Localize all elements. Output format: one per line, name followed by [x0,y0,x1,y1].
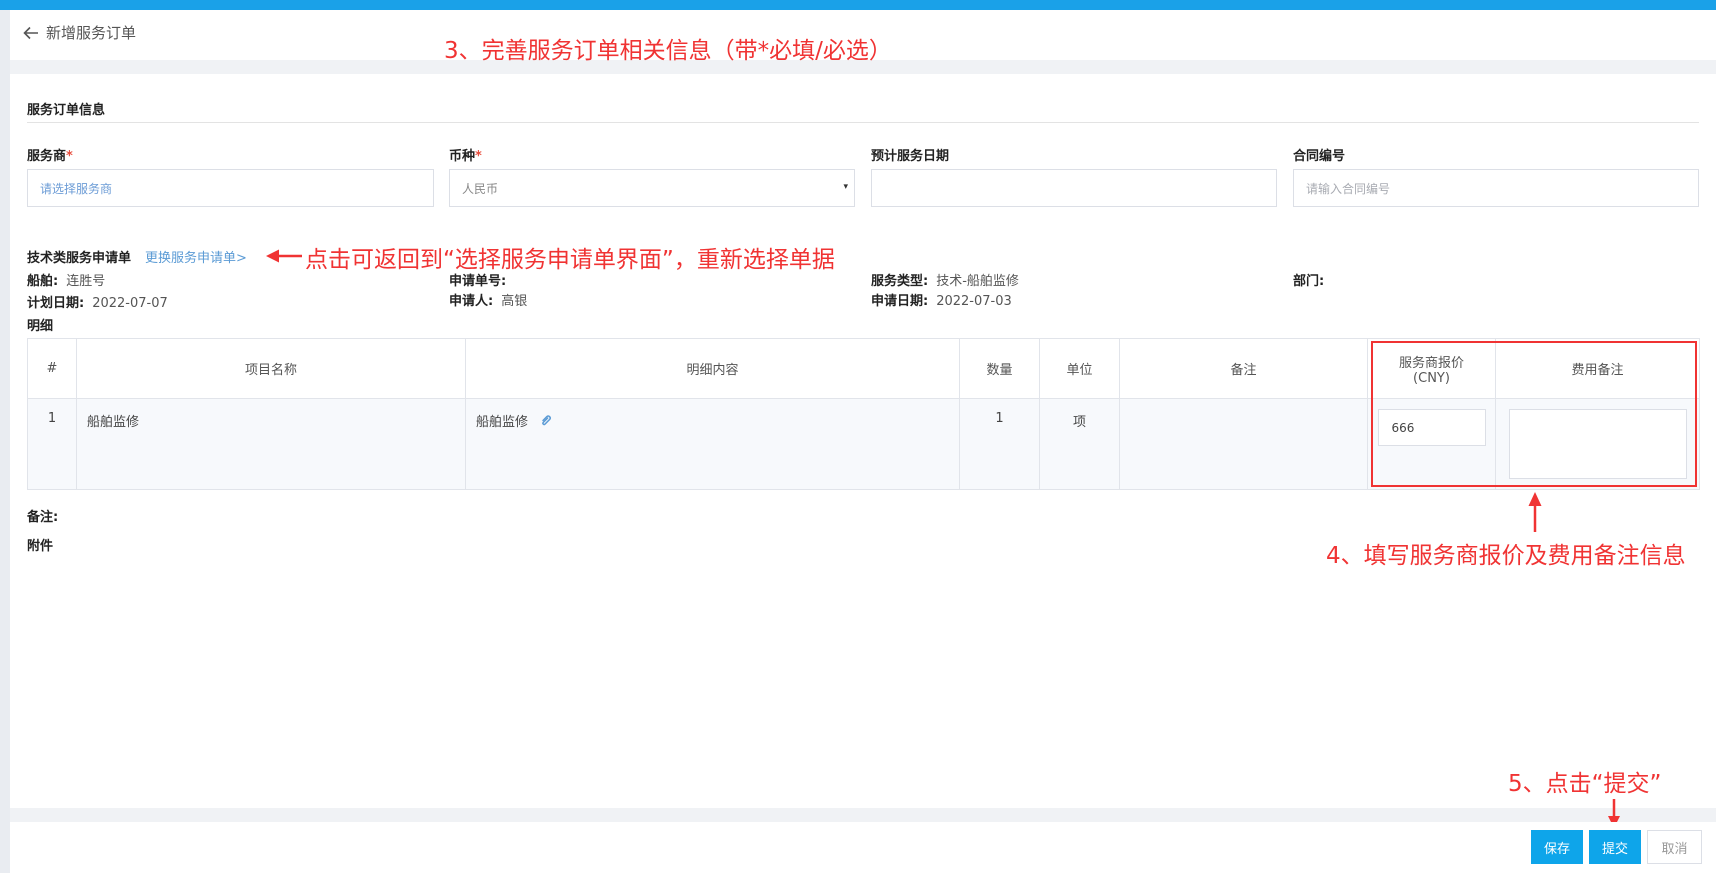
row-content: 船舶监修 [465,398,960,490]
arrow-left-icon [23,26,38,39]
col-qty: 数量 [959,338,1040,399]
contract-no-label: 合同编号 [1293,149,1346,164]
currency-value: 人民币 [462,181,499,196]
apply-date-info: 申请日期: 2022-07-03 [871,294,1012,309]
detail-title: 明细 [27,319,54,334]
row-remark [1119,398,1368,490]
attachment-label: 附件 [27,539,54,554]
page-title: 新增服务订单 [46,24,137,42]
row-item-name: 船舶监修 [76,398,466,490]
currency-label: 币种* [449,149,482,164]
currency-select[interactable]: 人民币 ▾ [449,169,855,207]
save-button[interactable]: 保存 [1531,830,1583,864]
row-qty: 1 [959,398,1040,490]
service-date-label: 预计服务日期 [871,149,950,164]
supplier-select[interactable]: 请选择服务商 [27,169,434,207]
cancel-button[interactable]: 取消 [1647,830,1702,864]
paperclip-icon[interactable] [540,414,552,427]
applicant-info: 申请人: 高银 [449,294,528,309]
contract-no-placeholder: 请输入合同编号 [1306,181,1391,196]
back-button[interactable]: 新增服务订单 [22,22,136,43]
required-mark: * [475,149,482,164]
chevron-down-icon: ▾ [843,182,848,192]
footer-bar [10,822,1716,873]
service-date-input[interactable] [871,169,1277,207]
col-item-name: 项目名称 [76,338,466,399]
required-mark: * [66,149,73,164]
col-content: 明细内容 [465,338,960,399]
plan-date-info: 计划日期: 2022-07-07 [27,296,168,311]
section-divider [27,122,1699,123]
change-request-link[interactable]: 更换服务申请单> [145,247,247,266]
contract-no-input[interactable]: 请输入合同编号 [1293,169,1699,207]
request-title: 技术类服务申请单 [27,251,132,266]
annotation-arrow-left-icon [266,249,302,263]
submit-button[interactable]: 提交 [1589,830,1641,864]
section-title: 服务订单信息 [27,103,106,118]
annotation-highlight-box [1371,341,1697,487]
row-index: 1 [27,398,77,490]
top-accent-bar [0,0,1716,10]
row-unit: 项 [1039,398,1120,490]
col-index: # [27,338,77,399]
supplier-label: 服务商* [27,149,73,164]
remark-label: 备注: [27,510,59,525]
left-edge [0,10,10,873]
col-remark: 备注 [1119,338,1368,399]
annotation-step4: 4、填写服务商报价及费用备注信息 [1326,543,1686,569]
request-no-info: 申请单号: [449,274,507,289]
annotation-step5: 5、点击“提交” [1508,771,1662,797]
ship-info: 船舶: 连胜号 [27,274,106,289]
request-title-row: 技术类服务申请单 更换服务申请单> [27,247,247,266]
department-info: 部门: [1293,274,1325,289]
annotation-change-tip: 点击可返回到“选择服务申请单界面”，重新选择单据 [305,247,835,273]
annotation-step3: 3、完善服务订单相关信息（带*必填/必选） [444,38,892,64]
annotation-arrow-up-icon [1528,492,1542,532]
col-unit: 单位 [1039,338,1120,399]
supplier-placeholder: 请选择服务商 [40,181,113,196]
service-type-info: 服务类型: 技术-船舶监修 [871,274,1019,289]
